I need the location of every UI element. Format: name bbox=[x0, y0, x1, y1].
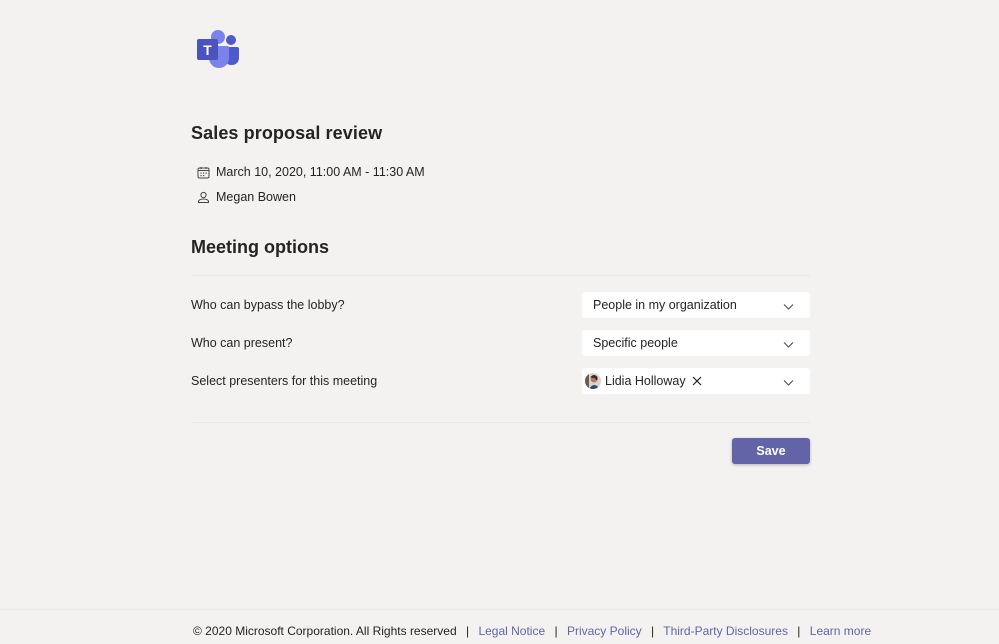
footer: © 2020 Microsoft Corporation. All Rights… bbox=[193, 624, 871, 638]
bypass-lobby-label: Who can bypass the lobby? bbox=[191, 298, 345, 312]
teams-logo: T bbox=[196, 28, 240, 68]
divider bbox=[191, 275, 810, 276]
legal-notice-link[interactable]: Legal Notice bbox=[478, 624, 545, 638]
bypass-lobby-value: People in my organization bbox=[593, 298, 737, 312]
meeting-options-heading: Meeting options bbox=[191, 237, 329, 257]
meeting-datetime: March 10, 2020, 11:00 AM - 11:30 AM bbox=[216, 165, 425, 179]
footer-separator: | bbox=[465, 624, 470, 638]
footer-separator: | bbox=[554, 624, 558, 638]
meeting-datetime-row: March 10, 2020, 11:00 AM - 11:30 AM bbox=[197, 165, 425, 179]
who-can-present-value: Specific people bbox=[593, 336, 678, 350]
footer-separator: | bbox=[651, 624, 655, 638]
calendar-icon bbox=[197, 166, 210, 179]
meeting-title: Sales proposal review bbox=[191, 123, 383, 143]
meeting-organizer: Megan Bowen bbox=[216, 190, 296, 204]
avatar bbox=[585, 373, 601, 389]
organizer-person-icon bbox=[197, 191, 210, 204]
logo-letter: T bbox=[203, 42, 212, 58]
select-presenters-label: Select presenters for this meeting bbox=[191, 374, 378, 388]
save-button[interactable]: Save bbox=[732, 438, 810, 464]
chevron-down-icon bbox=[783, 300, 794, 310]
footer-divider bbox=[0, 609, 999, 610]
chevron-down-icon bbox=[783, 338, 794, 348]
bypass-lobby-dropdown[interactable]: People in my organization bbox=[582, 292, 810, 318]
who-can-present-label: Who can present? bbox=[191, 336, 293, 350]
third-party-disclosures-link[interactable]: Third-Party Disclosures bbox=[663, 624, 788, 638]
select-presenters-picker[interactable]: Lidia Holloway bbox=[582, 368, 810, 394]
who-can-present-dropdown[interactable]: Specific people bbox=[582, 330, 810, 356]
divider bbox=[191, 422, 810, 423]
privacy-policy-link[interactable]: Privacy Policy bbox=[567, 624, 642, 638]
copyright-text: © 2020 Microsoft Corporation. All Rights… bbox=[193, 624, 457, 638]
chevron-down-icon bbox=[783, 376, 794, 386]
learn-more-link[interactable]: Learn more bbox=[810, 624, 871, 638]
remove-presenter-icon[interactable] bbox=[692, 376, 702, 386]
meeting-organizer-row: Megan Bowen bbox=[197, 190, 296, 204]
footer-separator: | bbox=[797, 624, 801, 638]
presenter-chip-name: Lidia Holloway bbox=[605, 374, 686, 388]
